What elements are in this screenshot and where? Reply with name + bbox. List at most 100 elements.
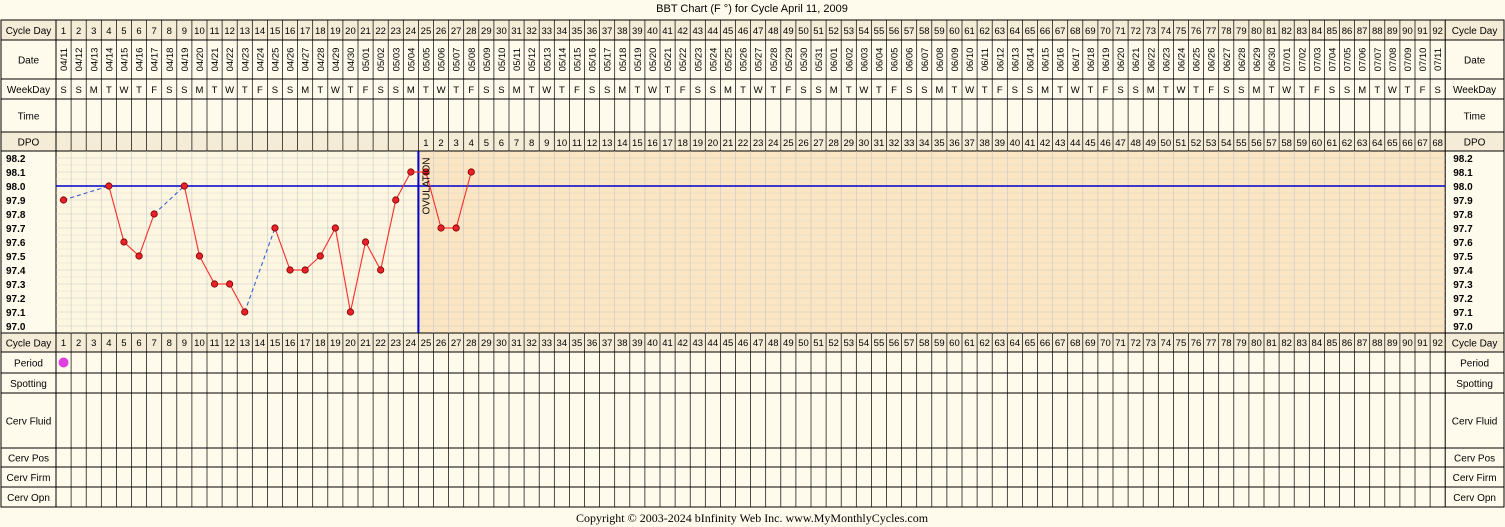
- date-label: 05/26: [739, 48, 750, 72]
- weekday-letter: S: [906, 85, 912, 96]
- date-label: 06/11: [980, 48, 991, 71]
- dpo-number: 37: [964, 138, 975, 149]
- weekday-letter: T: [1193, 85, 1199, 96]
- cycle-day-number-bottom: 71: [1115, 338, 1126, 349]
- temperature-point: [467, 168, 475, 176]
- dpo-number: 2: [438, 138, 443, 149]
- cycle-day-number-bottom: 69: [1085, 338, 1096, 349]
- cycle-day-number: 35: [572, 26, 583, 37]
- temperature-point: [301, 266, 309, 274]
- date-label: 04/29: [331, 48, 342, 72]
- y-tick-label: 98.2: [6, 154, 26, 165]
- date-label: 05/06: [437, 48, 448, 72]
- cycle-day-number-bottom: 22: [375, 338, 386, 349]
- weekday-letter: F: [257, 85, 263, 96]
- date-label: 05/07: [452, 48, 463, 72]
- cycle-day-number-bottom: 75: [1176, 338, 1187, 349]
- date-label: 06/09: [950, 48, 961, 72]
- cycle-day-number: 88: [1372, 26, 1383, 37]
- cycle-day-number-bottom: 17: [300, 338, 311, 349]
- weekday-letter: F: [468, 85, 474, 96]
- date-label: 05/02: [376, 48, 387, 72]
- dpo-number: 31: [874, 138, 885, 149]
- dpo-number: 21: [723, 138, 734, 149]
- cycle-day-number: 32: [526, 26, 537, 37]
- y-tick-label: 97.7: [6, 224, 26, 235]
- y-tick-label-right: 97.5: [1453, 252, 1473, 263]
- cycle-day-number-bottom: 35: [572, 338, 583, 349]
- cycle-day-number: 73: [1145, 26, 1156, 37]
- cycle-day-number-bottom: 5: [121, 338, 126, 349]
- date-label: 04/11: [59, 48, 70, 71]
- row-label-period-right: Period: [1460, 359, 1489, 370]
- cycle-day-number-bottom: 49: [783, 338, 794, 349]
- date-label: 05/28: [769, 48, 780, 72]
- weekday-letter: W: [437, 85, 446, 96]
- cycle-day-number: 45: [723, 26, 734, 37]
- cycle-day-number-bottom: 16: [285, 338, 296, 349]
- cycle-day-number-bottom: 61: [964, 338, 975, 349]
- dpo-number: 27: [813, 138, 824, 149]
- cycle-day-number-bottom: 59: [934, 338, 945, 349]
- date-label: 05/08: [467, 48, 478, 72]
- row-label-cycle-day-right: Cycle Day: [1452, 339, 1498, 350]
- date-label: 05/12: [527, 48, 538, 72]
- cycle-day-number: 91: [1417, 26, 1428, 37]
- weekday-letter: S: [1223, 85, 1229, 96]
- cycle-day-number-bottom: 50: [798, 338, 809, 349]
- y-tick-label: 97.2: [6, 294, 26, 305]
- date-label: 05/23: [693, 48, 704, 72]
- cycle-day-number-bottom: 67: [1055, 338, 1066, 349]
- y-tick-label: 97.6: [6, 238, 26, 249]
- cycle-day-number-bottom: 47: [753, 338, 764, 349]
- dpo-number: 50: [1161, 138, 1172, 149]
- temperature-point: [331, 224, 339, 232]
- dpo-number: 47: [1115, 138, 1126, 149]
- y-tick-label: 97.5: [6, 252, 26, 263]
- row-label-spotting: Spotting: [10, 379, 47, 390]
- cycle-day-number-bottom: 80: [1251, 338, 1262, 349]
- cycle-day-number: 70: [1100, 26, 1111, 37]
- row-label-cycle-day-right: Cycle Day: [1452, 26, 1498, 37]
- dpo-number: 51: [1176, 138, 1187, 149]
- cycle-day-number: 7: [152, 26, 157, 37]
- weekday-letter: S: [1238, 85, 1244, 96]
- dpo-number: 13: [602, 138, 613, 149]
- dpo-number: 54: [1221, 138, 1232, 149]
- row-label-cerv-fluid-right: Cerv Fluid: [1452, 417, 1498, 428]
- cycle-day-number: 11: [210, 26, 220, 37]
- cycle-day-number-bottom: 53: [843, 338, 854, 349]
- cycle-day-number: 75: [1176, 26, 1187, 37]
- cycle-day-number-bottom: 39: [632, 338, 643, 349]
- row-label-dpo-right: DPO: [1464, 138, 1486, 149]
- date-label: 07/05: [1343, 48, 1354, 72]
- date-label: 05/13: [542, 48, 553, 72]
- temperature-point: [195, 252, 204, 260]
- cycle-day-number: 92: [1432, 26, 1443, 37]
- cycle-day-number: 67: [1055, 26, 1066, 37]
- cycle-day-number-bottom: 18: [315, 338, 326, 349]
- cycle-day-number-bottom: 64: [1010, 338, 1021, 349]
- y-tick-label-right: 97.6: [1453, 238, 1473, 249]
- temperature-point: [135, 252, 143, 260]
- temperature-point: [180, 182, 188, 190]
- dpo-number: 3: [454, 138, 459, 149]
- dpo-number: 40: [1010, 138, 1021, 149]
- dpo-number: 66: [1402, 138, 1413, 149]
- date-label: 04/19: [180, 48, 191, 72]
- dpo-number: 23: [753, 138, 764, 149]
- cycle-day-number-bottom: 41: [662, 338, 673, 349]
- date-label: 04/25: [270, 48, 281, 72]
- cycle-day-number-bottom: 66: [1040, 338, 1051, 349]
- temperature-point: [392, 196, 400, 204]
- date-label: 05/30: [799, 48, 810, 72]
- row-label-weekday-right: WeekDay: [1453, 85, 1496, 96]
- date-label: 06/13: [1010, 48, 1021, 72]
- cycle-day-number: 76: [1191, 26, 1202, 37]
- weekday-letter: T: [559, 85, 565, 96]
- cycle-day-number-bottom: 3: [91, 338, 96, 349]
- date-label: 05/21: [663, 48, 674, 72]
- cycle-day-number: 60: [949, 26, 960, 37]
- cycle-day-number: 6: [136, 26, 141, 37]
- temperature-point: [210, 280, 219, 288]
